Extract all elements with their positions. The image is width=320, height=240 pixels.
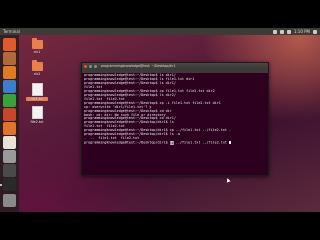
letterbox-top [0, 0, 320, 28]
amazon-icon[interactable] [3, 136, 16, 149]
terminal-current-line[interactable]: programmingknowledge@test:~/Desktop/dir1… [84, 140, 266, 145]
desktop-icon-label: file1.txt [26, 97, 48, 101]
letterbox-bottom [0, 212, 320, 240]
maximize-icon[interactable] [94, 64, 97, 68]
desktop-icon-file2[interactable]: file2.txt [26, 106, 48, 124]
workspace-switcher-icon[interactable] [3, 164, 16, 177]
mouse-pointer-icon [225, 177, 231, 183]
running-indicator [0, 184, 2, 186]
terminal-title: programmingknowledge@test: ~/Desktop/dir… [101, 64, 176, 68]
system-tray: 1:10 PM [272, 28, 320, 35]
desktop-icon-file1[interactable]: file1.txt [26, 83, 48, 101]
folder-icon [31, 60, 43, 71]
dash-home-icon[interactable] [3, 38, 16, 51]
desktop-screen: Terminal 1:10 PM dir1 dir2 file1.txt fil… [0, 28, 320, 212]
libreoffice-impress-icon[interactable] [3, 108, 16, 121]
terminal-prompt: programmingknowledge@test:~/Desktop/dir1… [84, 140, 170, 145]
folder-icon [31, 38, 43, 49]
clock[interactable]: 1:10 PM [294, 28, 310, 35]
desktop-icon-dir1[interactable]: dir1 [26, 38, 48, 54]
libreoffice-writer-icon[interactable] [3, 80, 16, 93]
launcher [0, 35, 19, 212]
minimize-icon[interactable] [89, 64, 92, 68]
files-icon[interactable] [3, 52, 16, 65]
trash-icon[interactable] [3, 194, 16, 207]
text-file-icon [31, 106, 43, 119]
keyboard-layout-icon[interactable] [272, 29, 277, 34]
desktop-icon-label: dir1 [33, 50, 41, 54]
text-file-icon [31, 83, 43, 96]
network-icon[interactable] [279, 29, 284, 34]
command-text: ../file1.txt ../file2.txt [173, 140, 229, 145]
desktop-icon-label: file2.txt [30, 120, 44, 124]
close-icon[interactable] [84, 64, 87, 68]
terminal-icon[interactable] [3, 178, 16, 191]
system-settings-icon[interactable] [3, 150, 16, 163]
terminal-window[interactable]: programmingknowledge@test: ~/Desktop/dir… [81, 62, 269, 176]
terminal-output[interactable]: programmingknowledge@test:~/Desktop$ ls … [82, 73, 268, 147]
power-gear-icon[interactable] [313, 29, 317, 34]
active-window-title: Terminal [3, 29, 20, 34]
sound-icon[interactable] [286, 29, 291, 34]
desktop-icon-dir2[interactable]: dir2 [26, 60, 48, 76]
libreoffice-calc-icon[interactable] [3, 94, 16, 107]
top-panel: Terminal 1:10 PM [0, 28, 320, 35]
software-center-icon[interactable] [3, 122, 16, 135]
text-cursor [228, 141, 231, 145]
desktop-icon-label: dir2 [33, 72, 41, 76]
firefox-icon[interactable] [3, 66, 16, 79]
